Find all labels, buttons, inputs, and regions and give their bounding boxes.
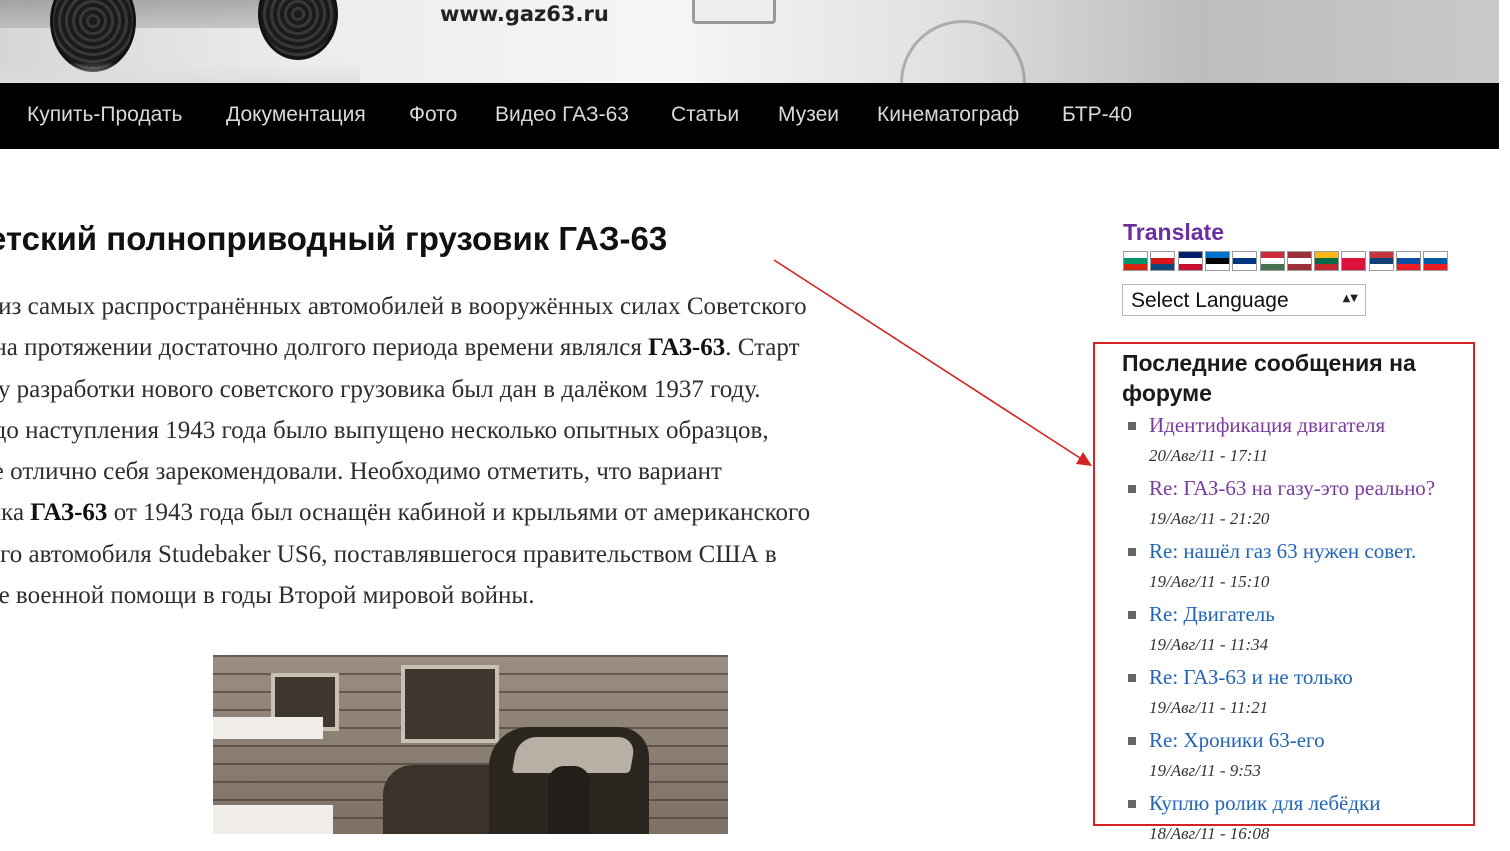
article-line: вика ГАЗ-63 от 1943 года был оснащён каб… <box>0 492 1036 533</box>
nav-item-photo[interactable]: Фото <box>409 103 457 127</box>
article-text: ые отлично себя зарекомендовали. Необход… <box>0 458 722 486</box>
hungary-flag-icon[interactable] <box>1259 251 1285 271</box>
language-select-label: Select Language <box>1131 289 1289 312</box>
language-select[interactable]: Select Language ▲▼ <box>1122 284 1366 316</box>
article-bold: ГАЗ-63 <box>30 499 108 527</box>
estonia-flag-icon[interactable] <box>1204 251 1230 271</box>
article-line: ссу разработки нового советского грузови… <box>0 369 1036 410</box>
article-text: м из самых распространённых автомобилей … <box>0 293 807 320</box>
photo-snow <box>213 805 333 834</box>
forum-post-link[interactable]: Идентификация двигателя <box>1149 410 1385 440</box>
forum-post-date: 18/Авг/11 - 16:08 <box>1149 824 1270 843</box>
bullet-icon <box>1128 800 1136 808</box>
forum-post-date: 19/Авг/11 - 21:20 <box>1149 509 1270 528</box>
finland-flag-icon[interactable] <box>1232 251 1258 271</box>
article-title: етский полноприводный грузовик ГАЗ-63 <box>0 220 668 257</box>
nav-item-documentation[interactable]: Документация <box>226 103 366 127</box>
article-text: а на протяжении достаточно долгого перио… <box>0 334 649 362</box>
article-text: от 1943 года был оснащён кабиной и крыль… <box>107 499 811 527</box>
article-text: тве военной помощи в годы Второй мировой… <box>0 582 535 610</box>
article-text: вого автомобиля Studebaker US6, поставля… <box>0 540 777 568</box>
forum-post-date: 19/Авг/11 - 9:53 <box>1149 761 1261 780</box>
article-text: вика <box>0 499 25 527</box>
forum-post-item: Re: Хроники 63-его 19/Авг/11 - 9:53 <box>1128 725 1478 788</box>
photo-window <box>401 665 499 743</box>
forum-post-date: 19/Авг/11 - 11:21 <box>1149 698 1269 717</box>
header-snow <box>0 62 360 83</box>
article-line: м из самых распространённых автомобилей … <box>0 286 1036 327</box>
forum-post-item: Re: ГАЗ-63 и не только 19/Авг/11 - 11:21 <box>1128 662 1478 725</box>
forum-post-link[interactable]: Re: Хроники 63-его <box>1149 725 1325 755</box>
slovenia-flag-icon[interactable] <box>1423 251 1449 271</box>
header-truck-headlight <box>900 20 1026 83</box>
article-photo[interactable] <box>213 655 728 834</box>
article-text: ссу разработки нового советского грузови… <box>0 375 761 403</box>
czech-flag-icon[interactable] <box>1150 251 1176 271</box>
article-text: . Старт <box>725 334 800 362</box>
site-url[interactable]: www.gaz63.ru <box>440 2 609 26</box>
forum-block-title: Последние сообщения на форуме <box>1122 350 1416 406</box>
main-nav: Купить-Продать Документация Фото Видео Г… <box>0 83 1499 149</box>
forum-post-item: Re: нашёл газ 63 нужен совет. 19/Авг/11 -… <box>1128 536 1478 599</box>
forum-post-list: Идентификация двигателя 20/Авг/11 - 17:11… <box>1128 410 1478 851</box>
forum-post-date: 20/Авг/11 - 17:11 <box>1149 446 1269 465</box>
forum-post-item: Re: Двигатель 19/Авг/11 - 11:34 <box>1128 599 1478 662</box>
bullet-icon <box>1128 611 1136 619</box>
nav-item-museums[interactable]: Музеи <box>778 103 839 127</box>
nav-item-articles[interactable]: Статьи <box>671 103 739 127</box>
forum-post-date: 19/Авг/11 - 11:34 <box>1149 635 1269 654</box>
forum-post-item: Идентификация двигателя 20/Авг/11 - 17:11 <box>1128 410 1478 473</box>
article-text: ь до наступления 1943 года было выпущено… <box>0 416 769 444</box>
article-line: тве военной помощи в годы Второй мировой… <box>0 575 1036 616</box>
translate-title: Translate <box>1123 219 1224 245</box>
nav-item-buy-sell[interactable]: Купить-Продать <box>27 103 182 127</box>
nav-item-cinema[interactable]: Кинематограф <box>877 103 1019 127</box>
article-bold: ГАЗ-63 <box>648 334 726 362</box>
forum-post-date: 19/Авг/11 - 15:10 <box>1149 572 1270 591</box>
forum-post-link[interactable]: Куплю ролик для лебёдки <box>1149 788 1380 818</box>
bullet-icon <box>1128 548 1136 556</box>
nav-item-video[interactable]: Видео ГАЗ-63 <box>495 103 629 127</box>
photo-snow <box>213 717 323 739</box>
nav-item-btr40[interactable]: БТР-40 <box>1062 103 1132 127</box>
forum-post-link[interactable]: Re: ГАЗ-63 и не только <box>1149 662 1353 692</box>
bullet-icon <box>1128 422 1136 430</box>
forum-post-item: Re: ГАЗ-63 на газу-это реально? 19/Авг/11… <box>1128 473 1478 536</box>
bullet-icon <box>1128 485 1136 493</box>
bullet-icon <box>1128 737 1136 745</box>
forum-post-link[interactable]: Re: Двигатель <box>1149 599 1275 629</box>
forum-post-item: Куплю ролик для лебёдки 18/Авг/11 - 16:08 <box>1128 788 1478 851</box>
latvia-flag-icon[interactable] <box>1286 251 1312 271</box>
header-license-plate <box>692 0 776 24</box>
article-line: ые отлично себя зарекомендовали. Необход… <box>0 451 1036 492</box>
article-line: ь до наступления 1943 года было выпущено… <box>0 410 1036 451</box>
serbia-flag-icon[interactable] <box>1368 251 1394 271</box>
bullet-icon <box>1128 674 1136 682</box>
poland-flag-icon[interactable] <box>1341 251 1367 271</box>
article-line: а на протяжении достаточно долгого перио… <box>0 327 1036 368</box>
select-arrow-icon: ▲▼ <box>1342 293 1358 304</box>
site-header: www.gaz63.ru <box>0 0 1499 83</box>
header-truck-wheel <box>258 0 338 60</box>
annotation-arrow-head <box>1076 452 1092 466</box>
lithuania-flag-icon[interactable] <box>1314 251 1340 271</box>
forum-post-link[interactable]: Re: нашёл газ 63 нужен совет. <box>1149 536 1416 566</box>
article-line: вого автомобиля Studebaker US6, поставля… <box>0 534 1036 575</box>
article-body: м из самых распространённых автомобилей … <box>0 286 1036 616</box>
uk-flag-icon[interactable] <box>1177 251 1203 271</box>
slovakia-flag-icon[interactable] <box>1396 251 1421 271</box>
photo-person <box>548 766 590 834</box>
bulgaria-flag-icon[interactable] <box>1123 251 1148 271</box>
forum-post-link[interactable]: Re: ГАЗ-63 на газу-это реально? <box>1149 473 1435 503</box>
